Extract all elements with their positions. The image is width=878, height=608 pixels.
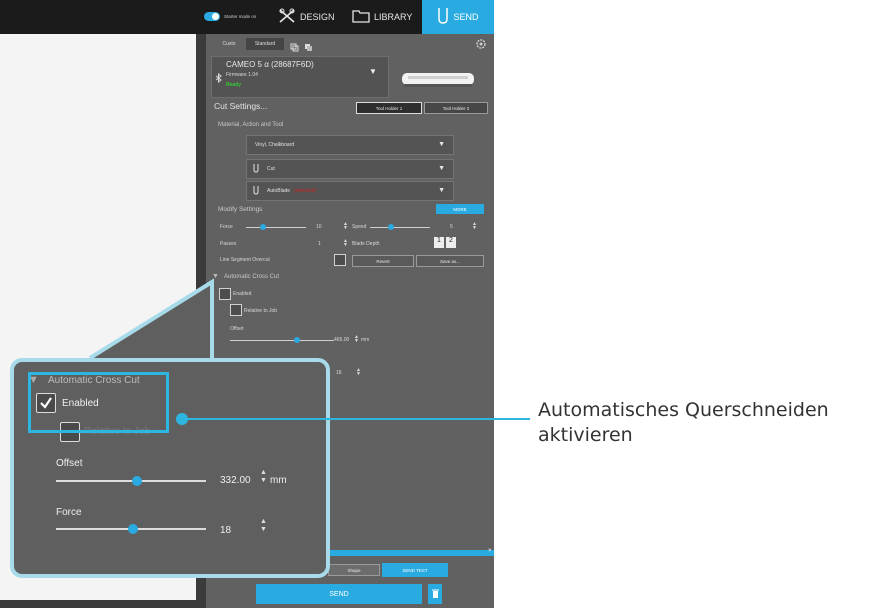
zoom-offset-stepper[interactable]: ▲ ▼ (260, 469, 267, 485)
callout-label-line-2: aktivieren (538, 424, 633, 446)
zoom-force-value: 18 (220, 525, 232, 536)
enabled-highlight-box (28, 372, 169, 433)
zoom-offset-label: Offset (56, 458, 83, 469)
zoom-force-label: Force (56, 507, 82, 518)
zoom-offset-slider-knob[interactable] (132, 476, 142, 486)
zoom-offset-value: 332.00 (220, 475, 251, 486)
zoom-offset-unit: mm (270, 475, 287, 486)
zoom-force-slider-knob[interactable] (128, 524, 138, 534)
zoom-force-stepper[interactable]: ▲ ▼ (260, 518, 267, 534)
zoom-offset-slider[interactable] (56, 480, 206, 482)
callout-dot (176, 413, 188, 425)
callout-label-line-1: Automatisches Querschneiden (538, 399, 829, 421)
callout-line (182, 418, 530, 420)
callout-label: Automatisches Querschneiden aktivieren (538, 398, 878, 448)
